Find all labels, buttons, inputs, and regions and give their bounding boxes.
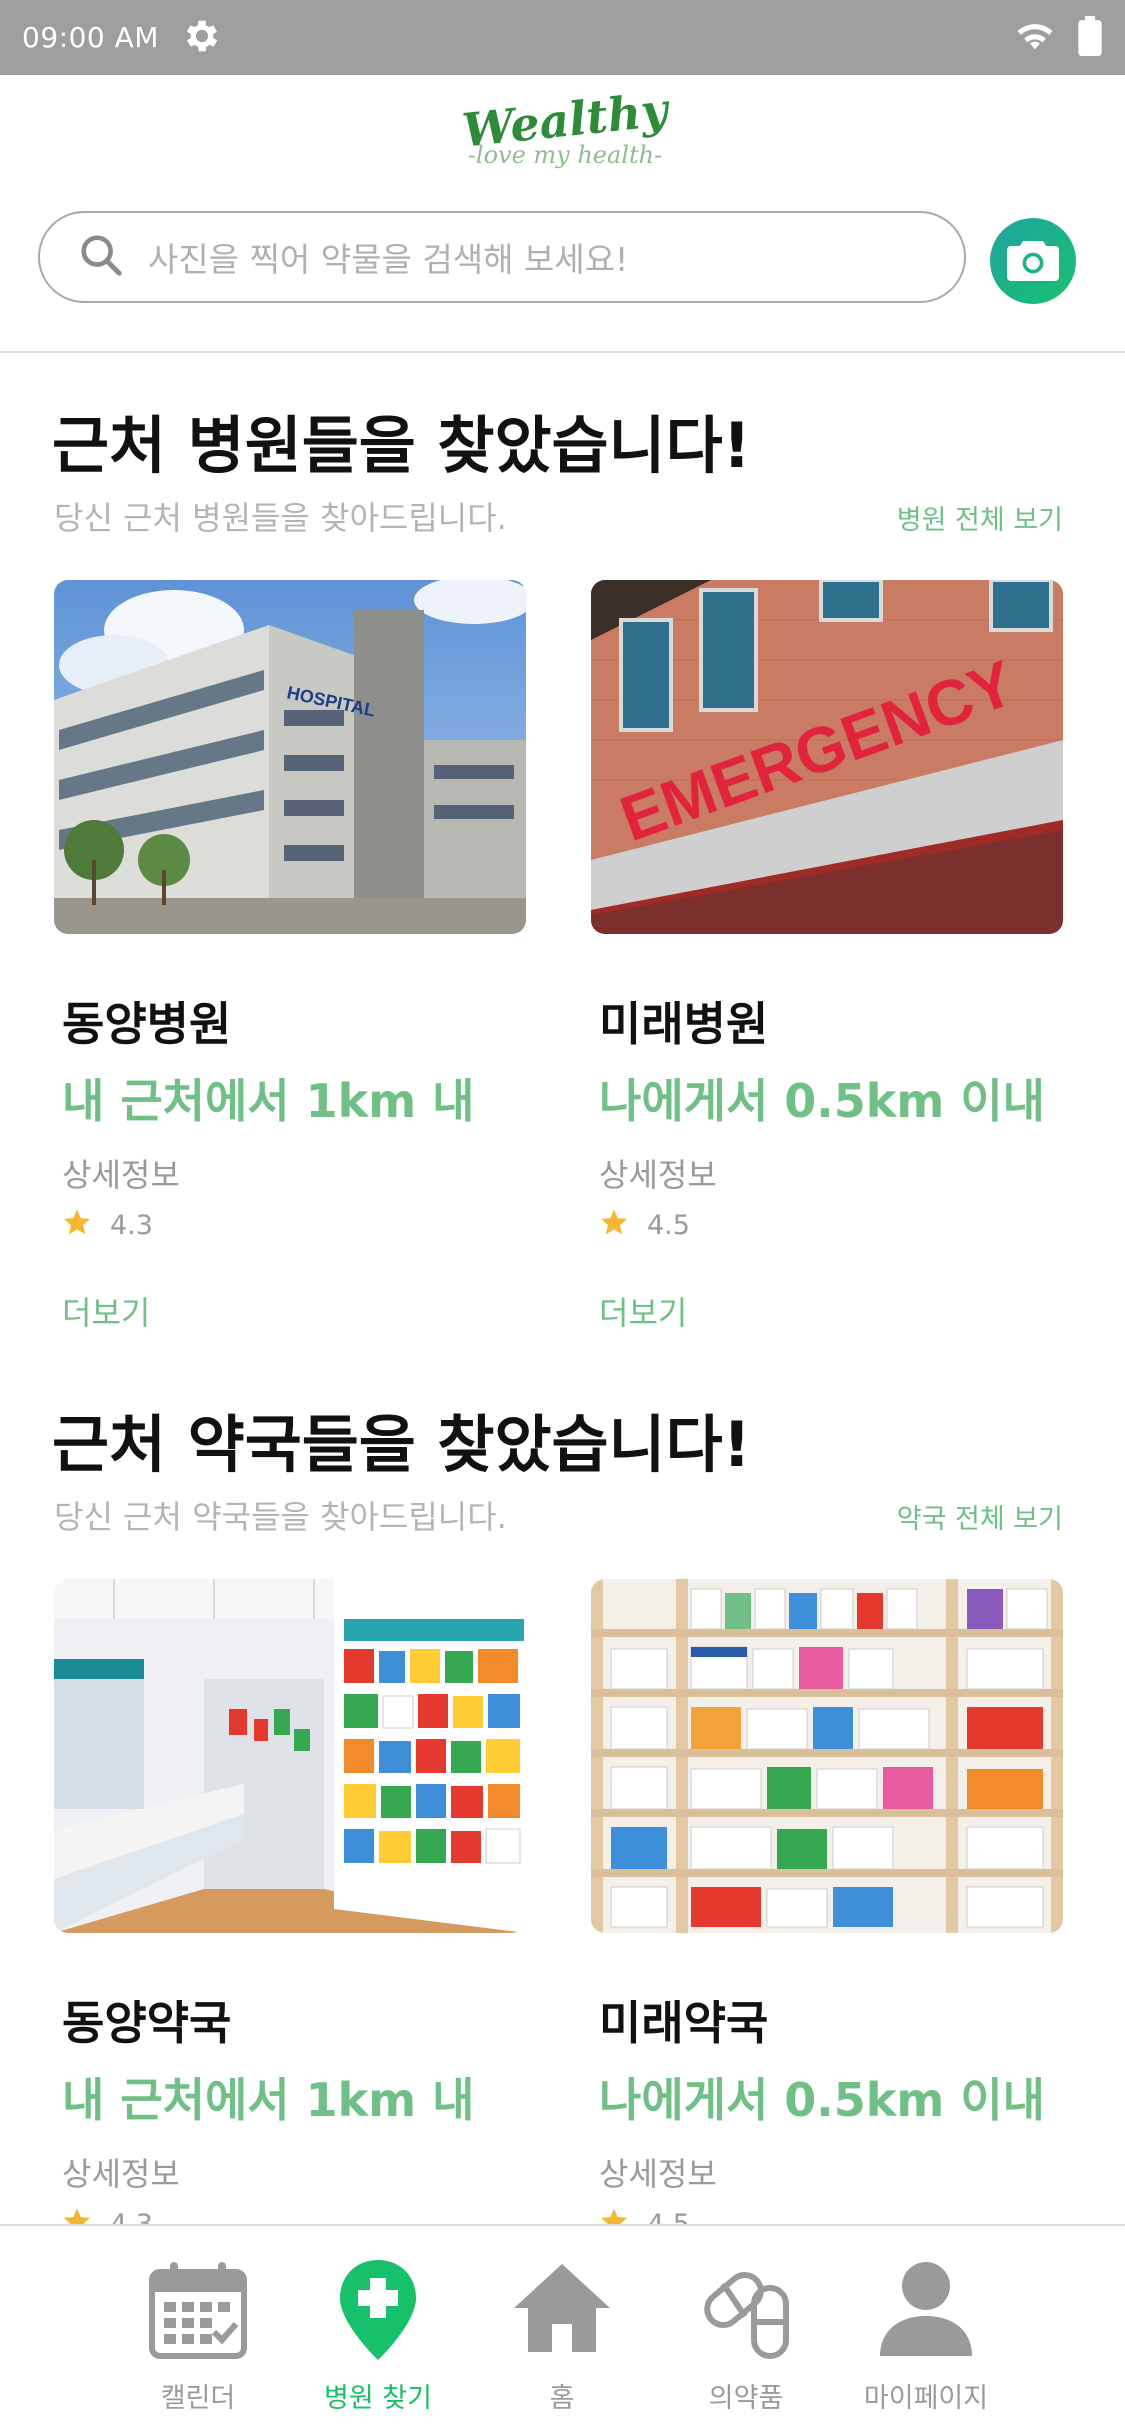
hospital-more-link[interactable]: 더보기: [62, 1288, 150, 1334]
star-icon: [62, 1207, 92, 1244]
pharmacy-rating: 4.5: [599, 2206, 690, 2224]
gear-icon: [181, 15, 223, 61]
battery-icon: [1077, 15, 1103, 60]
calendar-icon: [144, 2262, 252, 2368]
app-header: Wealthy -love my health- 사진을 찍어 약물을 검색해 …: [0, 75, 1125, 353]
pharmacy-card[interactable]: 동양약국 내 근처에서 1km 내 상세정보 4.3: [54, 1579, 526, 2224]
home-icon: [508, 2264, 616, 2368]
pharmacy-section-subtitle: 당신 근처 약국들을 찾아드립니다.: [54, 1498, 507, 1536]
wifi-icon: [1015, 19, 1055, 57]
hospital-rating: 4.5: [599, 1207, 690, 1244]
search-placeholder: 사진을 찍어 약물을 검색해 보세요!: [148, 240, 629, 279]
nav-label-calendar: 캘린더: [160, 2383, 236, 2414]
hospital-card[interactable]: HOSPITAL 동양병원 내 근처에서 1km 내 상세정보 4.3 더보기: [54, 580, 526, 1332]
rating-value: 4.5: [647, 2209, 690, 2224]
nav-item-calendar[interactable]: 캘린더: [108, 2256, 288, 2415]
status-bar: 09:00 AM: [0, 0, 1125, 75]
hospital-distance: 내 근처에서 1km 내: [62, 1074, 475, 1128]
hospital-more-link[interactable]: 더보기: [599, 1288, 687, 1334]
hospital-section-subtitle: 당신 근처 병원들을 찾아드립니다.: [54, 499, 507, 537]
app-logo: Wealthy -love my health-: [460, 82, 670, 193]
user-icon: [872, 2262, 980, 2368]
pill-icon: [692, 2272, 800, 2368]
hospital-pin-icon: [324, 2260, 432, 2368]
view-all-hospitals-link[interactable]: 병원 전체 보기: [897, 498, 1063, 537]
pharmacy-detail-link[interactable]: 상세정보: [62, 2149, 180, 2195]
search-icon: [78, 232, 124, 282]
hospital-name: 동양병원: [62, 997, 232, 1051]
nav-label-medicine: 의약품: [708, 2383, 784, 2414]
hospital-detail-link[interactable]: 상세정보: [599, 1150, 717, 1196]
pharmacy-detail-link[interactable]: 상세정보: [599, 2149, 717, 2195]
hospital-detail-link[interactable]: 상세정보: [62, 1150, 180, 1196]
star-icon: [62, 2206, 92, 2224]
pharmacy-distance: 나에게서 0.5km 이내: [599, 2073, 1045, 2127]
nav-label-home: 홈: [549, 2383, 575, 2414]
hospital-section-title: 근처 병원들을 찾았습니다!: [52, 409, 751, 482]
pharmacy-image: [54, 1579, 526, 1933]
pharmacy-section-title: 근처 약국들을 찾았습니다!: [52, 1408, 751, 1481]
hospital-image: HOSPITAL: [54, 580, 526, 934]
nav-item-medicine[interactable]: 의약품: [656, 2256, 836, 2415]
bottom-nav: 캘린더 병원 찾기 홈 의약품 마이페이지: [0, 2224, 1125, 2436]
pharmacy-rating: 4.3: [62, 2206, 153, 2224]
nav-item-hospital-search[interactable]: 병원 찾기: [288, 2256, 468, 2415]
pharmacy-name: 동양약국: [62, 1996, 232, 2050]
hospital-distance: 나에게서 0.5km 이내: [599, 1074, 1045, 1128]
pharmacy-image: [591, 1579, 1063, 1933]
pharmacy-section: 근처 약국들을 찾았습니다! 당신 근처 약국들을 찾아드립니다. 약국 전체 …: [0, 1352, 1125, 2224]
star-icon: [599, 1207, 629, 1244]
pharmacy-distance: 내 근처에서 1km 내: [62, 2073, 475, 2127]
star-icon: [599, 2206, 629, 2224]
search-input[interactable]: 사진을 찍어 약물을 검색해 보세요!: [38, 211, 966, 303]
rating-value: 4.3: [110, 2209, 153, 2224]
pharmacy-name: 미래약국: [599, 1996, 769, 2050]
hospital-name: 미래병원: [599, 997, 769, 1051]
rating-value: 4.5: [647, 1210, 690, 1241]
pharmacy-card[interactable]: 미래약국 나에게서 0.5km 이내 상세정보 4.5: [591, 1579, 1063, 2224]
nav-item-home[interactable]: 홈: [472, 2256, 652, 2415]
hospital-section: 근처 병원들을 찾았습니다! 당신 근처 병원들을 찾아드립니다. 병원 전체 …: [0, 353, 1125, 1363]
hospital-card[interactable]: EMERGENCY 미래병원 나에게서 0.5km 이내 상세정보 4.5 더보…: [591, 580, 1063, 1332]
camera-icon: [1007, 237, 1059, 285]
hospital-rating: 4.3: [62, 1207, 153, 1244]
nav-label-my-page: 마이페이지: [863, 2383, 989, 2414]
camera-button[interactable]: [990, 218, 1076, 304]
view-all-pharmacies-link[interactable]: 약국 전체 보기: [897, 1497, 1063, 1536]
status-time: 09:00 AM: [22, 21, 159, 54]
nav-label-hospital-search: 병원 찾기: [324, 2383, 432, 2414]
rating-value: 4.3: [110, 1210, 153, 1241]
nav-item-my-page[interactable]: 마이페이지: [836, 2256, 1016, 2415]
hospital-image: EMERGENCY: [591, 580, 1063, 934]
